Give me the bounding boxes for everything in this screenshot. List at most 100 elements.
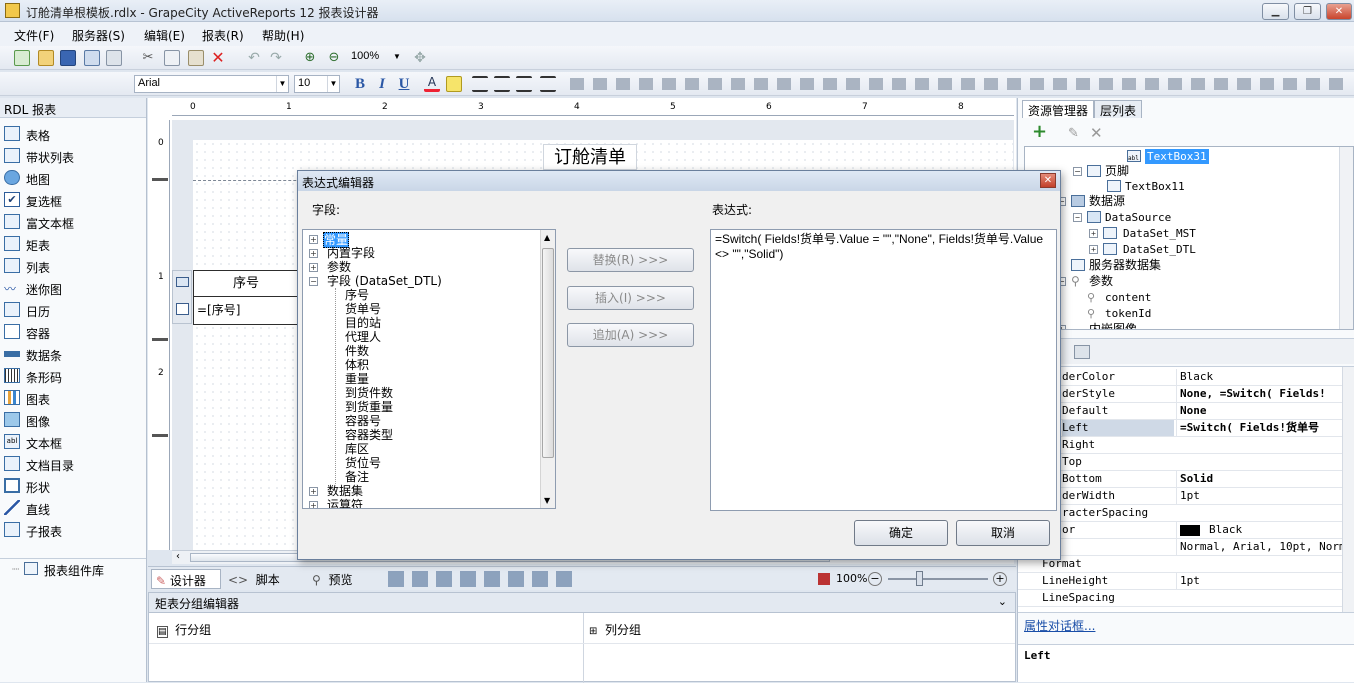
prop-row[interactable]: Top — [1018, 454, 1342, 471]
font-color-icon[interactable]: A — [424, 76, 440, 92]
align-center-icon[interactable] — [494, 76, 510, 92]
edit-icon[interactable]: ✎ — [1068, 126, 1079, 141]
collapse-icon[interactable]: − — [309, 277, 318, 286]
toolbox-item-container[interactable]: 容器 — [4, 322, 144, 342]
remove-icon[interactable] — [106, 50, 122, 66]
zoom-slider-thumb[interactable] — [916, 571, 923, 586]
table-detail-cell[interactable]: =[序号] — [193, 297, 299, 325]
toolbox-item-checkbox[interactable]: ✔ 复选框 — [4, 190, 144, 210]
collapse-icon[interactable]: − — [1073, 213, 1082, 222]
layout-mode-buttons[interactable] — [388, 571, 573, 587]
ok-button[interactable]: 确定 — [854, 520, 948, 546]
prop-row[interactable]: or Black — [1018, 522, 1342, 539]
add-icon[interactable] — [84, 50, 100, 66]
chevron-down-icon[interactable]: ▼ — [544, 496, 550, 505]
zoom-slider[interactable] — [888, 578, 988, 580]
toolbox-item-sparkline[interactable]: 〰迷你图 — [4, 278, 144, 298]
tree-field[interactable]: 货位号 — [345, 456, 381, 470]
menu-file[interactable]: 文件(F) — [14, 27, 54, 44]
tree-field[interactable]: 库区 — [345, 442, 369, 456]
expand-icon[interactable]: + — [1089, 245, 1098, 254]
prop-row[interactable]: derColor Black — [1018, 369, 1342, 386]
open-icon[interactable] — [38, 50, 54, 66]
minimize-button[interactable]: ▁ — [1262, 3, 1289, 20]
cancel-button[interactable]: 取消 — [956, 520, 1050, 546]
maximize-button[interactable]: ❐ — [1294, 3, 1321, 20]
toolbox-item-toc[interactable]: 文档目录 — [4, 454, 144, 474]
tree-field[interactable]: 代理人 — [345, 330, 381, 344]
property-scrollbar[interactable] — [1342, 367, 1354, 613]
insert-button[interactable]: 插入(I) >>> — [567, 286, 694, 310]
align-left-icon[interactable] — [472, 76, 488, 92]
delete-icon[interactable]: ✕ — [210, 50, 226, 66]
tree-field[interactable]: 货单号 — [345, 302, 381, 316]
toolbox-item-subreport[interactable]: 子报表 — [4, 520, 144, 540]
tree-field[interactable]: 件数 — [345, 344, 369, 358]
toolbox-item-banded-list[interactable]: 带状列表 — [4, 146, 144, 166]
move-icon[interactable]: ✥ — [412, 50, 428, 66]
prop-row-selected[interactable]: Left =Switch( Fields!货单号 — [1018, 420, 1342, 437]
prop-row[interactable]: LineSpacing — [1018, 590, 1342, 607]
align-right-icon[interactable] — [516, 76, 532, 92]
close-button[interactable]: ✕ — [1326, 3, 1352, 20]
expand-icon[interactable]: + — [309, 501, 318, 508]
expression-textarea[interactable]: =Switch( Fields!货单号.Value = "","None", F… — [710, 229, 1057, 511]
prop-row[interactable]: Default None — [1018, 403, 1342, 420]
tree-field[interactable]: 备注 — [345, 470, 369, 484]
zoom-out-button[interactable]: − — [868, 572, 882, 586]
zoom-combo[interactable]: 100% ▼ — [348, 49, 403, 67]
toolbox-item-line[interactable]: 直线 — [4, 498, 144, 518]
component-library[interactable]: ┈ 报表组件库 — [12, 562, 142, 580]
toolbox-item-chart[interactable]: 图表 — [4, 388, 144, 408]
chevron-down-icon[interactable]: ⌄ — [998, 595, 1007, 608]
tab-resource-explorer[interactable]: 资源管理器 — [1022, 100, 1095, 118]
dialog-close-button[interactable]: ✕ — [1040, 173, 1056, 188]
tree-field[interactable]: 到货件数 — [345, 386, 393, 400]
toolbox-item-shape[interactable]: 形状 — [4, 476, 144, 496]
expand-icon[interactable]: + — [1089, 229, 1098, 238]
toolbox-item-barcode[interactable]: 条形码 — [4, 366, 144, 386]
tree-field[interactable]: 目的站 — [345, 316, 381, 330]
tree-field[interactable]: 序号 — [345, 288, 369, 302]
tab-layer-list[interactable]: 层列表 — [1094, 100, 1143, 118]
justify-icon[interactable] — [540, 76, 556, 92]
prop-row[interactable]: Format — [1018, 556, 1342, 573]
menu-edit[interactable]: 编辑(E) — [144, 27, 185, 44]
copy-icon[interactable] — [164, 50, 180, 66]
expand-icon[interactable]: + — [309, 487, 318, 496]
zoom-out-icon[interactable]: ⊖ — [326, 50, 342, 66]
append-button[interactable]: 追加(A) >>> — [567, 323, 694, 347]
tree-field[interactable]: 到货重量 — [345, 400, 393, 414]
fields-scrollbar[interactable]: ▲ ▼ — [540, 230, 555, 508]
property-pages-icon[interactable] — [1074, 345, 1090, 359]
menu-help[interactable]: 帮助(H) — [262, 27, 304, 44]
new-icon[interactable] — [14, 50, 30, 66]
paste-icon[interactable] — [188, 50, 204, 66]
prop-row[interactable]: Normal, Arial, 10pt, Normal — [1018, 539, 1342, 556]
italic-button[interactable]: I — [374, 76, 390, 92]
underline-button[interactable]: U — [396, 76, 412, 92]
highlight-icon[interactable] — [446, 76, 462, 92]
redo-icon[interactable]: ↷ — [268, 50, 284, 66]
expand-icon[interactable]: + — [309, 235, 318, 244]
toolbox-item-calendar[interactable]: 日历 — [4, 300, 144, 320]
toolbox-item-tablix[interactable]: 矩表 — [4, 234, 144, 254]
tab-script[interactable]: <> 脚本 — [228, 571, 280, 588]
report-title[interactable]: 订舱清单 — [543, 144, 637, 170]
toolbox-item-list[interactable]: 列表 — [4, 256, 144, 276]
prop-row[interactable]: derWidth 1pt — [1018, 488, 1342, 505]
save-icon[interactable] — [60, 50, 76, 66]
zoom-in-button[interactable]: + — [993, 572, 1007, 586]
zoom-in-icon[interactable]: ⊕ — [302, 50, 318, 66]
toolbox-item-image[interactable]: 图像 — [4, 410, 144, 430]
bold-button[interactable]: B — [352, 76, 368, 92]
scroll-thumb[interactable] — [542, 248, 554, 458]
tab-preview[interactable]: ⚲ 预览 — [312, 571, 352, 588]
toolbox-item-map[interactable]: 地图 — [4, 168, 144, 188]
tree-field[interactable]: 容器号 — [345, 414, 381, 428]
cut-icon[interactable]: ✂ — [140, 50, 156, 66]
tree-field[interactable]: 体积 — [345, 358, 369, 372]
menu-server[interactable]: 服务器(S) — [72, 27, 125, 44]
font-size-combo[interactable]: 10 ▼ — [294, 75, 340, 93]
delete-icon[interactable]: ✕ — [1090, 124, 1103, 142]
